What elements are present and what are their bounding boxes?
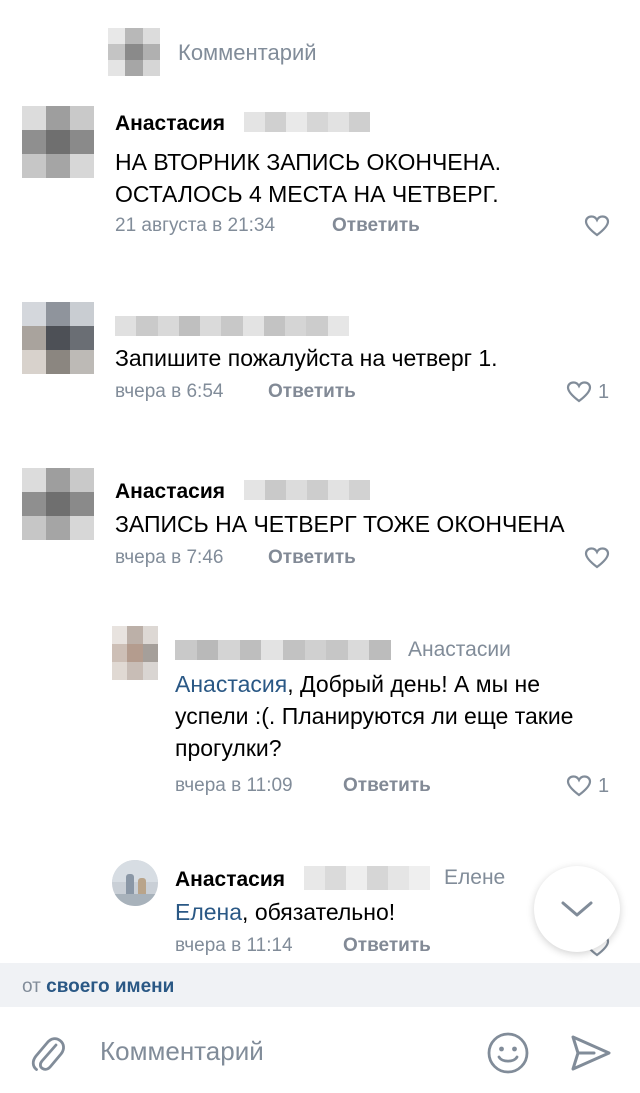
reply-button[interactable]: Ответить: [268, 381, 356, 403]
comment-timestamp: вчера в 11:09: [175, 775, 293, 796]
mention-link[interactable]: Анастасия: [175, 671, 287, 697]
heart-icon: [566, 381, 592, 403]
avatar[interactable]: [22, 106, 94, 178]
like-button[interactable]: [584, 214, 616, 238]
avatar[interactable]: [22, 468, 94, 540]
author-surname-blurred: [304, 866, 430, 890]
heart-icon: [584, 547, 610, 569]
reply-to-label[interactable]: Анастасии: [408, 638, 511, 662]
chevron-down-icon: [561, 901, 593, 917]
post-as-name[interactable]: своего имени: [46, 976, 174, 997]
post-as-bar[interactable]: от своего имени: [0, 963, 640, 1007]
reply-comment-item: Анастасии Анастасия, Добрый день! А мы н…: [0, 622, 640, 822]
comment-text: Запишите пожалуйста на четверг 1.: [115, 345, 498, 371]
paperclip-icon[interactable]: [30, 1033, 66, 1073]
comment-text: ЗАПИСЬ НА ЧЕТВЕРГ ТОЖЕ ОКОНЧЕНА: [115, 511, 565, 537]
comment-author[interactable]: Анастасия: [115, 480, 225, 504]
author-name-blurred: [175, 640, 391, 660]
author-name-blurred: [115, 316, 349, 336]
smile-icon[interactable]: [486, 1031, 530, 1075]
heart-icon: [566, 775, 592, 797]
comment-text: НА ВТОРНИК ЗАПИСЬ ОКОНЧЕНА. ОСТАЛОСЬ 4 М…: [115, 149, 501, 207]
like-count: 1: [598, 380, 610, 403]
comment-input[interactable]: [100, 1031, 460, 1071]
author-surname-blurred: [244, 112, 370, 132]
comment-text: Елена, обязательно!: [175, 896, 535, 928]
comment-composer: [0, 1007, 640, 1093]
comment-text: Анастасия, Добрый день! А мы не успели :…: [175, 668, 595, 764]
like-count: 1: [598, 774, 610, 797]
scroll-down-button[interactable]: [534, 866, 620, 952]
reply-button[interactable]: Ответить: [343, 775, 431, 797]
heart-icon: [584, 215, 610, 237]
like-button[interactable]: 1: [566, 774, 609, 798]
mention-link[interactable]: Елена: [175, 899, 242, 925]
comment-item: Анастасия НА ВТОРНИК ЗАПИСЬ ОКОНЧЕНА. ОС…: [0, 100, 640, 260]
comment-timestamp: вчера в 7:46: [115, 547, 224, 568]
avatar[interactable]: [112, 626, 158, 680]
comment-item: Анастасия ЗАПИСЬ НА ЧЕТВЕРГ ТОЖЕ ОКОНЧЕН…: [0, 462, 640, 592]
post-as-prefix: от: [22, 976, 41, 997]
avatar[interactable]: [112, 860, 158, 906]
comment-item: Запишите пожалуйста на четверг 1. вчера …: [0, 296, 640, 426]
like-button[interactable]: [584, 546, 616, 570]
post-as-label: от своего имени: [22, 976, 174, 998]
comment-author[interactable]: Анастасия: [175, 868, 285, 892]
reply-button[interactable]: Ответить: [343, 935, 431, 957]
like-button[interactable]: 1: [566, 380, 609, 404]
my-avatar: [108, 28, 160, 76]
reply-button[interactable]: Ответить: [332, 215, 420, 237]
comment-author[interactable]: Анастасия: [115, 112, 225, 136]
top-comment-label[interactable]: Комментарий: [178, 40, 317, 66]
send-icon[interactable]: [570, 1033, 612, 1073]
comment-text-body: , обязательно!: [242, 899, 396, 925]
reply-button[interactable]: Ответить: [268, 547, 356, 569]
author-surname-blurred: [244, 480, 370, 500]
reply-to-label[interactable]: Елене: [444, 866, 505, 890]
comment-timestamp: вчера в 11:14: [175, 935, 293, 956]
comment-timestamp: 21 августа в 21:34: [115, 215, 276, 236]
avatar[interactable]: [22, 302, 94, 374]
top-comment-header: Комментарий: [0, 0, 640, 100]
comment-timestamp: вчера в 6:54: [115, 381, 224, 402]
